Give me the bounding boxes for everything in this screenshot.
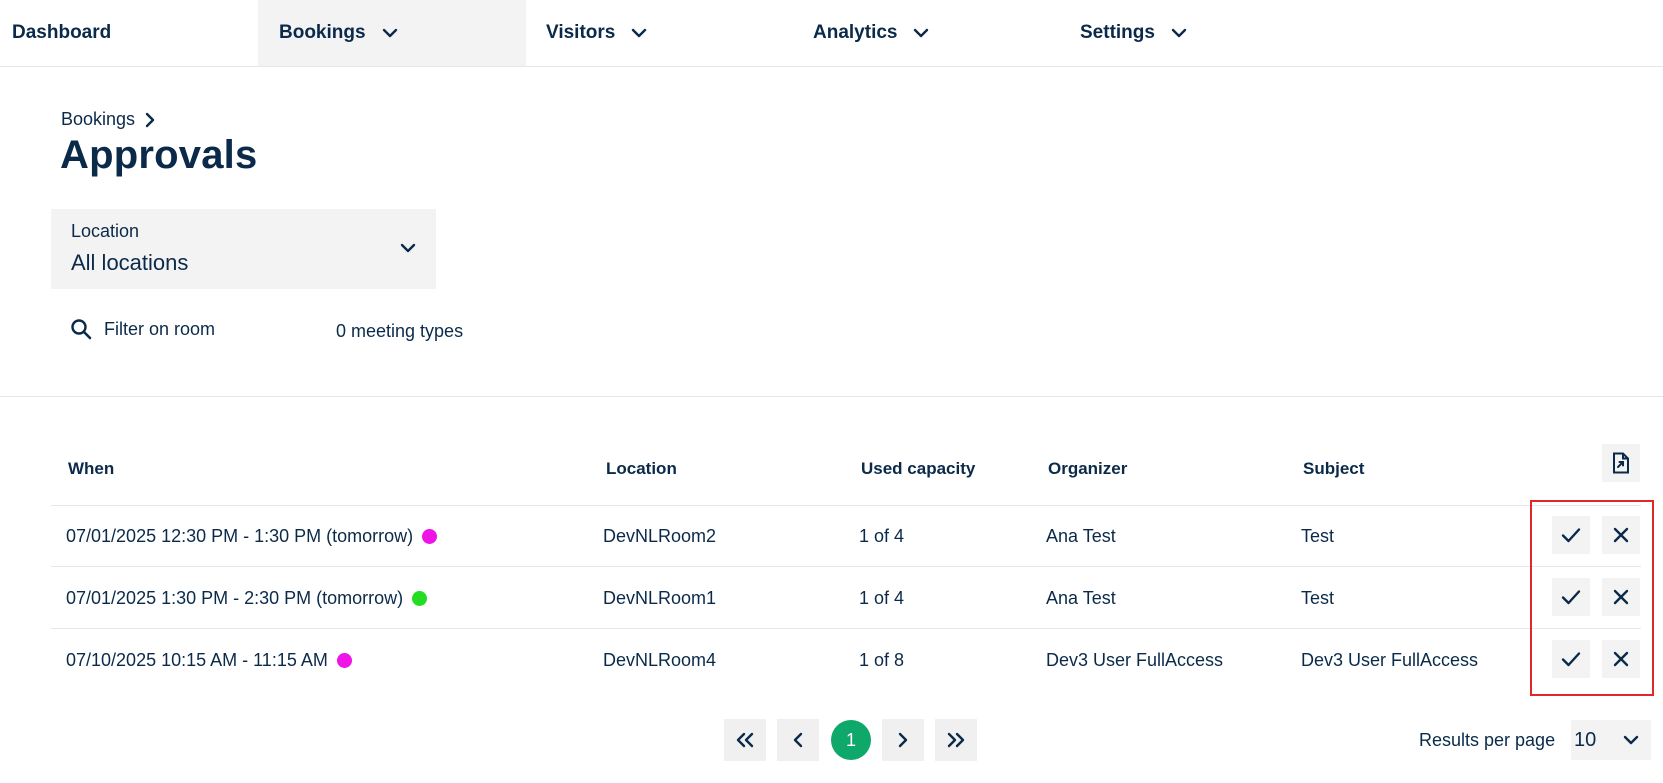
reject-button[interactable] [1602, 578, 1640, 616]
chevron-left-icon [793, 732, 803, 748]
cell-capacity: 1 of 4 [859, 587, 905, 608]
column-header-subject: Subject [1303, 459, 1365, 478]
room-filter-label: Filter on room [104, 318, 216, 339]
cell-capacity: 1 of 4 [859, 525, 905, 546]
breadcrumb-bookings-link[interactable]: Bookings [61, 109, 135, 130]
cell-when-text: 07/01/2025 1:30 PM - 2:30 PM (tomorrow) [66, 587, 404, 608]
cell-when: 07/10/2025 10:15 AM - 11:15 AM [66, 649, 352, 671]
cell-subject: Test [1301, 525, 1335, 546]
first-page-button[interactable] [724, 719, 766, 761]
nav-settings-label: Settings [1080, 22, 1155, 43]
reject-button[interactable] [1602, 640, 1640, 678]
next-page-button[interactable] [882, 719, 924, 761]
location-select-label: Location [71, 221, 140, 241]
cell-when: 07/01/2025 12:30 PM - 1:30 PM (tomorrow) [66, 525, 438, 547]
column-header-when: When [68, 459, 115, 478]
nav-settings[interactable]: Settings [1080, 0, 1187, 66]
current-page-button[interactable]: 1 [831, 720, 871, 760]
approve-button[interactable] [1552, 516, 1590, 554]
chevron-down-icon [913, 28, 929, 38]
nav-bookings-label: Bookings [279, 22, 366, 43]
last-page-button[interactable] [935, 719, 977, 761]
location-select[interactable]: Location All locations [51, 209, 436, 289]
chevron-right-icon [145, 112, 155, 128]
chevron-down-icon [1171, 28, 1187, 38]
checkmark-icon [1561, 651, 1581, 667]
checkmark-icon [1561, 589, 1581, 605]
chevron-down-icon [1623, 732, 1639, 750]
chevron-right-icon [898, 732, 908, 748]
cell-subject: Dev3 User FullAccess [1301, 649, 1479, 670]
cell-location: DevNLRoom2 [603, 525, 717, 546]
search-icon [70, 318, 92, 340]
cell-organizer: Dev3 User FullAccess [1046, 649, 1224, 670]
nav-analytics[interactable]: Analytics [813, 0, 929, 66]
results-per-page-value: 10 [1574, 729, 1597, 751]
chevron-down-icon [382, 28, 398, 38]
column-header-organizer: Organizer [1048, 459, 1128, 478]
close-icon [1613, 589, 1629, 605]
breadcrumb: Bookings [61, 109, 155, 130]
close-icon [1613, 527, 1629, 543]
cell-when-text: 07/01/2025 12:30 PM - 1:30 PM (tomorrow) [66, 525, 414, 546]
close-icon [1613, 651, 1629, 667]
nav-dashboard[interactable]: Dashboard [12, 0, 111, 66]
cell-organizer: Ana Test [1046, 587, 1116, 608]
export-file-icon [1611, 452, 1631, 474]
approve-button[interactable] [1552, 640, 1590, 678]
nav-visitors-label: Visitors [546, 22, 616, 43]
cell-location: DevNLRoom4 [603, 649, 717, 670]
nav-visitors[interactable]: Visitors [546, 0, 647, 66]
nav-analytics-label: Analytics [813, 22, 898, 43]
cell-capacity: 1 of 8 [859, 649, 905, 670]
chevron-down-icon [631, 28, 647, 38]
double-chevron-left-icon [735, 732, 755, 748]
approve-button[interactable] [1552, 578, 1590, 616]
table-row-divider [51, 566, 1641, 567]
export-button[interactable] [1602, 444, 1640, 482]
column-header-used-capacity: Used capacity [861, 459, 976, 478]
chevron-down-icon [400, 240, 416, 258]
previous-page-button[interactable] [777, 719, 819, 761]
checkmark-icon [1561, 527, 1581, 543]
cell-organizer: Ana Test [1046, 525, 1116, 546]
room-filter[interactable]: Filter on room [70, 318, 215, 340]
nav-bookings[interactable]: Bookings [258, 0, 526, 66]
results-per-page-select[interactable]: 10 [1571, 720, 1651, 760]
cell-when: 07/01/2025 1:30 PM - 2:30 PM (tomorrow) [66, 587, 428, 609]
top-navigation: Dashboard Bookings Visitors Analytics Se… [0, 0, 1663, 67]
double-chevron-right-icon [946, 732, 966, 748]
table-row-divider [51, 505, 1641, 506]
status-dot [412, 590, 428, 606]
table-row-divider [51, 628, 1641, 629]
location-select-value: All locations [71, 250, 189, 275]
meeting-types-filter[interactable]: 0 meeting types [336, 321, 463, 342]
column-header-location: Location [606, 459, 677, 478]
page-title: Approvals [60, 133, 258, 177]
status-dot [336, 652, 352, 668]
cell-when-text: 07/10/2025 10:15 AM - 11:15 AM [66, 649, 328, 670]
nav-dashboard-label: Dashboard [12, 22, 112, 43]
status-dot [422, 528, 438, 544]
cell-subject: Test [1301, 587, 1335, 608]
reject-button[interactable] [1602, 516, 1640, 554]
section-divider [0, 396, 1663, 397]
results-per-page-label: Results per page [1419, 730, 1556, 750]
cell-location: DevNLRoom1 [603, 587, 717, 608]
